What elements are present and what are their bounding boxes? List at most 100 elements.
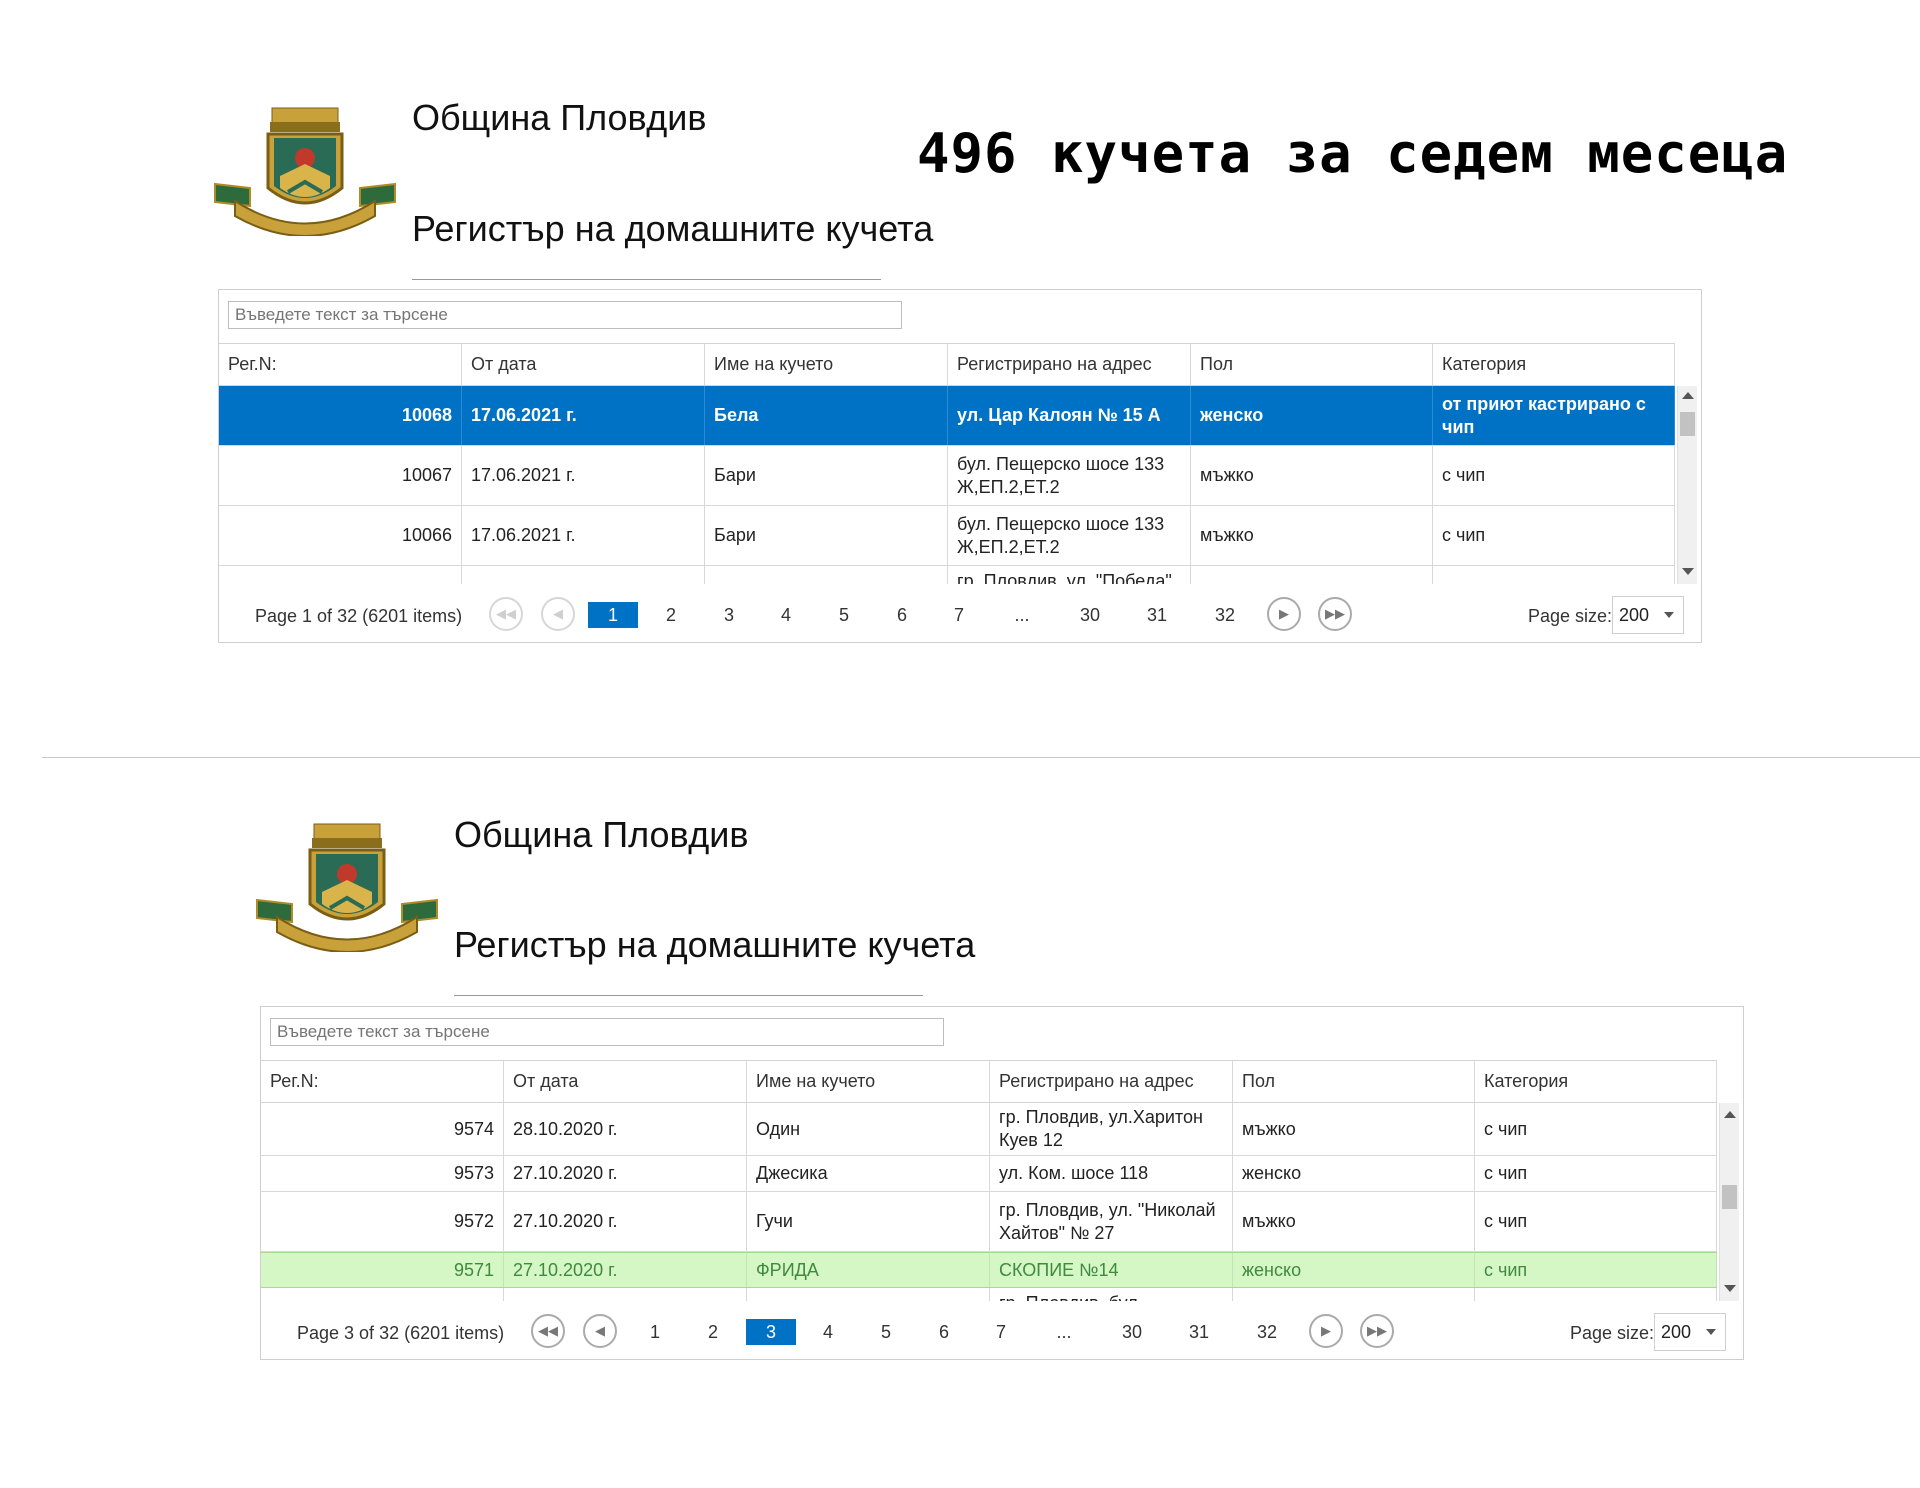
coat-of-arms-logo [214,107,396,236]
column-header-reg[interactable]: Рег.N: [219,344,462,385]
column-header-category[interactable]: Категория [1475,1061,1717,1102]
table-row[interactable]: гр. Пловдив, бул. [261,1288,1717,1301]
cell-date: 17.06.2021 г. [462,506,705,565]
cell-address: гр. Пловдив, ул. "Победа" [948,566,1191,584]
column-header-address[interactable]: Регистрирано на адрес [990,1061,1233,1102]
page-32[interactable]: 32 [1200,602,1250,628]
column-header-sex[interactable]: Пол [1233,1061,1475,1102]
table-row[interactable]: 9573 27.10.2020 г. Джесика ул. Ком. шосе… [261,1156,1717,1192]
page-4[interactable]: 4 [803,1319,853,1345]
table-row[interactable]: 10068 17.06.2021 г. Бела ул. Цар Калоян … [219,386,1675,446]
vertical-scrollbar[interactable] [1677,386,1697,584]
scrollbar-thumb[interactable] [1722,1185,1737,1209]
cell-reg: 9571 [261,1253,504,1287]
prev-page-icon[interactable]: ◀ [541,597,575,631]
table-row[interactable]: 10066 17.06.2021 г. Бари бул. Пещерско ш… [219,506,1675,566]
first-page-icon[interactable]: ◀◀ [489,597,523,631]
page-5[interactable]: 5 [819,602,869,628]
pager: Page 3 of 32 (6201 items) ◀◀ ◀ 1 2 3 4 5… [261,1307,1743,1367]
scroll-down-icon[interactable] [1682,568,1694,575]
cell-sex: мъжко [1191,506,1433,565]
last-page-icon[interactable]: ▶▶ [1318,597,1352,631]
cell-address: гр. Пловдив, ул. "Николай Хайтов" № 27 [990,1192,1233,1251]
column-header-category[interactable]: Категория [1433,344,1675,385]
scroll-down-icon[interactable] [1724,1285,1736,1292]
table-row[interactable]: 10067 17.06.2021 г. Бари бул. Пещерско ш… [219,446,1675,506]
cell-category: с чип [1475,1156,1717,1191]
page-5[interactable]: 5 [861,1319,911,1345]
page-4[interactable]: 4 [761,602,811,628]
cell-name [747,1288,990,1301]
column-header-address[interactable]: Регистрирано на адрес [948,344,1191,385]
last-page-icon[interactable]: ▶▶ [1360,1314,1394,1348]
first-page-icon[interactable]: ◀◀ [531,1314,565,1348]
page-1[interactable]: 1 [630,1319,680,1345]
page-1[interactable]: 1 [588,602,638,628]
municipality-name: Община Пловдив [412,97,707,138]
cell-name [705,566,948,584]
vertical-scrollbar[interactable] [1719,1103,1739,1301]
page-6[interactable]: 6 [919,1319,969,1345]
page-size-select[interactable]: 200 [1654,1313,1726,1351]
next-page-icon[interactable]: ▶ [1267,597,1301,631]
cell-date: 27.10.2020 г. [504,1156,747,1191]
grid-header: Рег.N: От дата Име на кучето Регистриран… [261,1060,1717,1103]
page-2[interactable]: 2 [688,1319,738,1345]
table-row[interactable]: 9574 28.10.2020 г. Один гр. Пловдив, ул.… [261,1103,1717,1156]
cell-date: 27.10.2020 г. [504,1253,747,1287]
scroll-up-icon[interactable] [1682,392,1694,399]
next-page-icon[interactable]: ▶ [1309,1314,1343,1348]
page-size-value: 200 [1619,605,1650,625]
page-31[interactable]: 31 [1132,602,1182,628]
column-header-name[interactable]: Име на кучето [705,344,948,385]
cell-reg: 10068 [219,386,462,445]
page-30[interactable]: 30 [1065,602,1115,628]
column-header-sex[interactable]: Пол [1191,344,1433,385]
cell-sex: женско [1191,386,1433,445]
scroll-up-icon[interactable] [1724,1111,1736,1118]
page-6[interactable]: 6 [877,602,927,628]
page-31[interactable]: 31 [1174,1319,1224,1345]
cell-date: 17.06.2021 г. [462,386,705,445]
pager: Page 1 of 32 (6201 items) ◀◀ ◀ 1 2 3 4 5… [219,590,1701,650]
column-header-date[interactable]: От дата [462,344,705,385]
cell-address: бул. Пещерско шосе 133 Ж,ЕП.2,ЕТ.2 [948,446,1191,505]
search-input[interactable] [270,1018,944,1046]
page-size-value: 200 [1661,1322,1692,1342]
cell-name: ФРИДА [747,1253,990,1287]
page-3[interactable]: 3 [704,602,754,628]
table-row[interactable]: 9572 27.10.2020 г. Гучи гр. Пловдив, ул.… [261,1192,1717,1252]
prev-page-icon[interactable]: ◀ [583,1314,617,1348]
page-size-label: Page size: [1570,1323,1655,1343]
cell-category: от приют кастрирано с чип [1433,386,1675,445]
cell-category: с чип [1475,1103,1717,1155]
title-underline [454,995,923,996]
coat-of-arms-logo [256,823,438,952]
page-32[interactable]: 32 [1242,1319,1292,1345]
column-header-name[interactable]: Име на кучето [747,1061,990,1102]
cell-reg: 9574 [261,1103,504,1155]
cell-category: с чип [1475,1192,1717,1251]
scrollbar-thumb[interactable] [1680,412,1695,436]
section-divider [42,757,1920,758]
cell-name: Джесика [747,1156,990,1191]
page-7[interactable]: 7 [934,602,984,628]
cell-reg: 9572 [261,1192,504,1251]
cell-sex: женско [1233,1156,1475,1191]
title-underline [412,279,881,280]
table-row[interactable]: гр. Пловдив, ул. "Победа" [219,566,1675,584]
search-input[interactable] [228,301,902,329]
column-header-reg[interactable]: Рег.N: [261,1061,504,1102]
dogs-grid: Рег.N: От дата Име на кучето Регистриран… [260,1006,1744,1360]
page-30[interactable]: 30 [1107,1319,1157,1345]
page-2[interactable]: 2 [646,602,696,628]
page-size-select[interactable]: 200 [1612,596,1684,634]
cell-date: 28.10.2020 г. [504,1103,747,1155]
page-ellipsis[interactable]: ... [1039,1319,1089,1345]
page-ellipsis[interactable]: ... [997,602,1047,628]
cell-sex: мъжко [1233,1103,1475,1155]
column-header-date[interactable]: От дата [504,1061,747,1102]
page-3[interactable]: 3 [746,1319,796,1345]
table-row[interactable]: 9571 27.10.2020 г. ФРИДА СКОПИЕ №14 женс… [261,1252,1717,1288]
page-7[interactable]: 7 [976,1319,1026,1345]
